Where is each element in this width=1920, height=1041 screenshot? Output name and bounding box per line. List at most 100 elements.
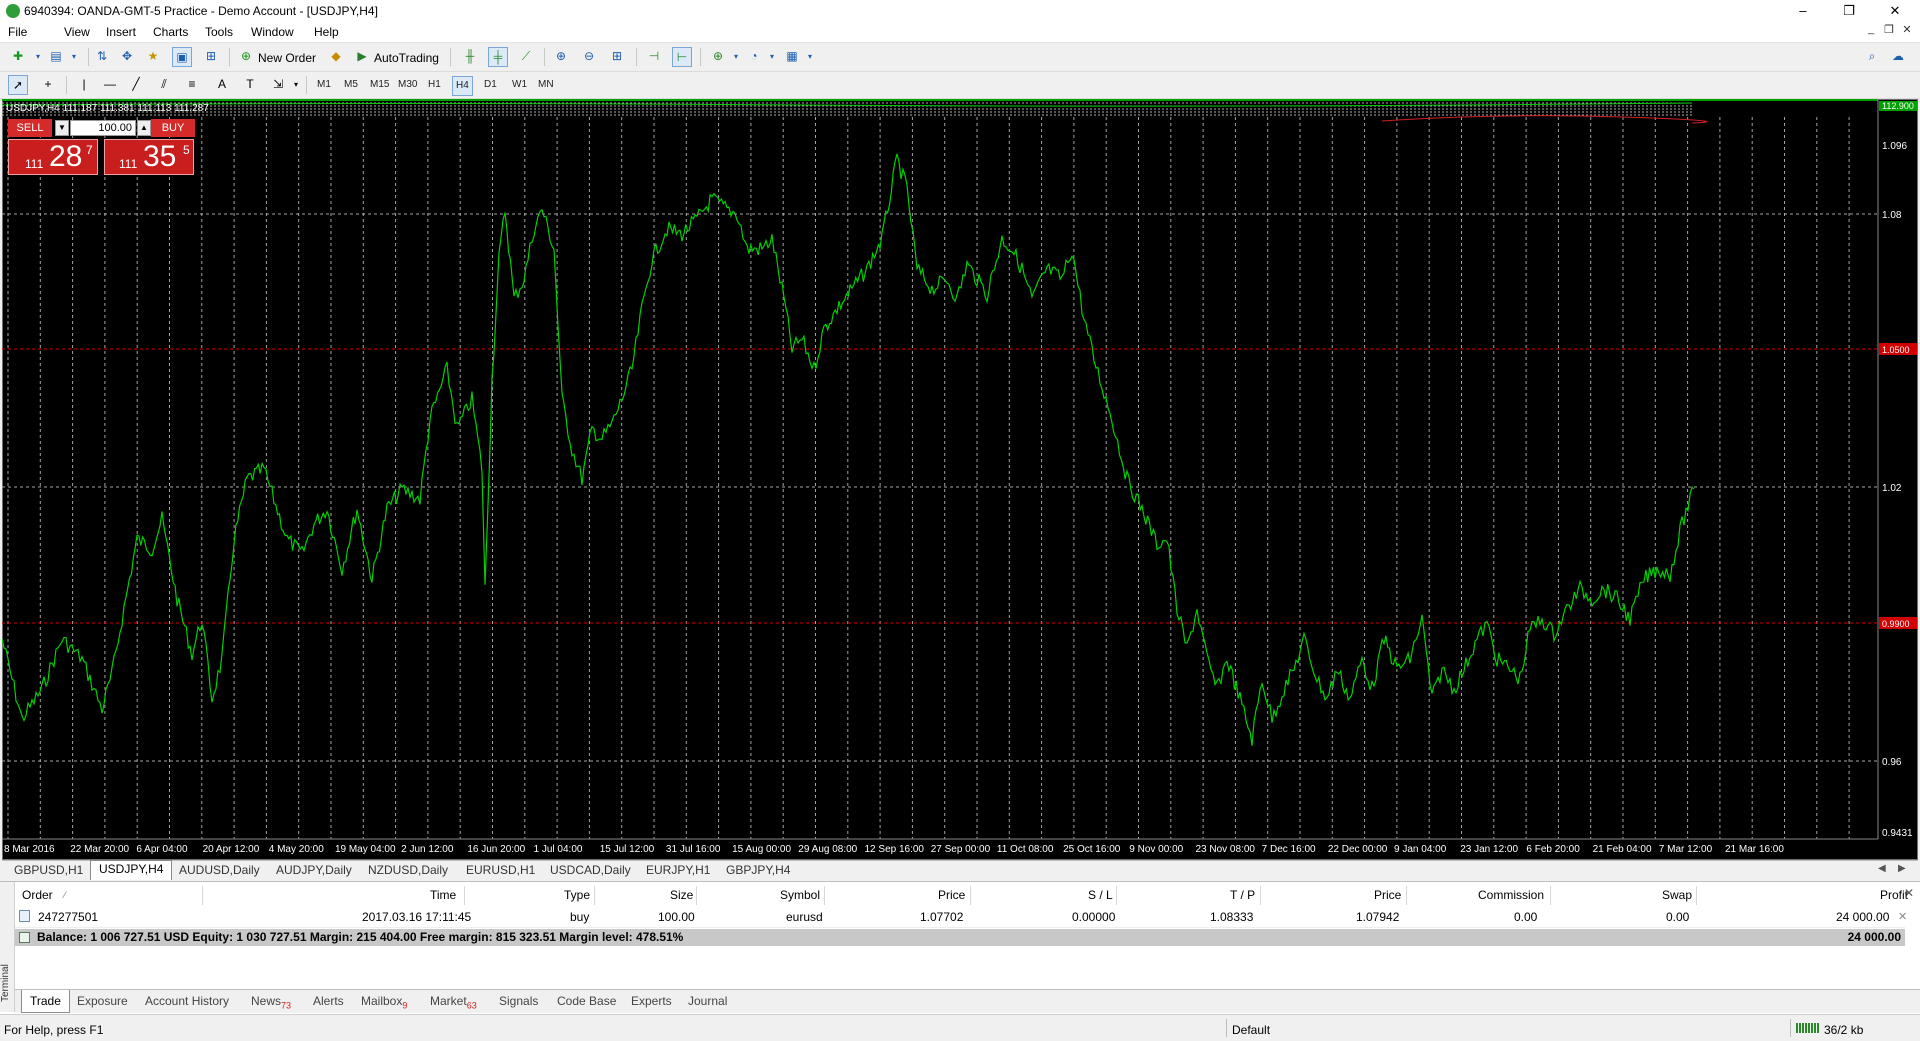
timeframe-m30[interactable]: M30 (395, 76, 420, 94)
close-button[interactable]: ✕ (1872, 0, 1918, 22)
tab-exposure[interactable]: Exposure (77, 994, 128, 1008)
menu-file[interactable]: File (8, 25, 27, 39)
col-profit[interactable]: Profit (1880, 886, 1908, 905)
indicators-dropdown-icon[interactable]: ▾ (726, 47, 746, 67)
timeframe-h4[interactable]: H4 (452, 76, 473, 96)
tab-journal[interactable]: Journal (688, 994, 727, 1008)
menu-charts[interactable]: Charts (153, 25, 188, 39)
menu-window[interactable]: Window (251, 25, 294, 39)
tab-market[interactable]: Market63 (430, 994, 477, 1010)
templates-icon[interactable]: ▦ (782, 47, 802, 67)
minimize-button[interactable]: – (1780, 0, 1826, 22)
menu-insert[interactable]: Insert (106, 25, 136, 39)
sell-button[interactable]: SELL (8, 119, 52, 137)
status-profile[interactable]: Default (1232, 1023, 1270, 1037)
restore-button[interactable]: ❐ (1826, 0, 1872, 22)
col-swap[interactable]: Swap (1662, 886, 1692, 905)
timeframe-m5[interactable]: M5 (341, 76, 361, 94)
timeframe-h1[interactable]: H1 (425, 76, 444, 94)
col-size[interactable]: Size (670, 886, 693, 905)
col-tp[interactable]: T / P (1230, 886, 1255, 905)
menu-tools[interactable]: Tools (205, 25, 233, 39)
community-icon[interactable]: ☁ (1888, 47, 1908, 67)
buy-price-quote[interactable]: 111 35 5 (104, 139, 194, 175)
mdi-restore-icon[interactable]: ❐ (1880, 23, 1898, 39)
sell-price-quote[interactable]: 111 28 7 (8, 139, 98, 175)
tab-mailbox[interactable]: Mailbox9 (361, 994, 407, 1010)
col-current-price[interactable]: Price (1374, 886, 1401, 905)
symbol-tab-audusd-daily[interactable]: AUDUSD,Daily (171, 862, 269, 879)
mdi-minimize-icon[interactable]: _ (1862, 23, 1880, 39)
lot-size-input[interactable]: 100.00 (70, 120, 136, 136)
symbol-tab-eurusd-h1[interactable]: EURUSD,H1 (458, 862, 542, 879)
col-type[interactable]: Type (564, 886, 590, 905)
menu-help[interactable]: Help (314, 25, 339, 39)
tab-news[interactable]: News73 (251, 994, 291, 1010)
zoom-in-icon[interactable]: ⊕ (551, 47, 571, 67)
symbol-tab-gbpjpy-h4[interactable]: GBPJPY,H4 (718, 862, 798, 879)
autotrading-icon[interactable]: ▶ (352, 47, 372, 67)
tab-experts[interactable]: Experts (631, 994, 672, 1008)
templates-dropdown-icon[interactable]: ▾ (800, 47, 820, 67)
horizontal-line-icon[interactable]: — (100, 75, 120, 95)
tabs-scroll-right-icon[interactable]: ▶ (1898, 863, 1906, 874)
lot-decrease-icon[interactable]: ▼ (55, 120, 69, 136)
col-commission[interactable]: Commission (1478, 886, 1544, 905)
col-order[interactable]: Order (22, 886, 53, 905)
new-order-button[interactable]: New Order (258, 51, 316, 65)
tab-trade[interactable]: Trade (21, 990, 70, 1013)
profiles-dropdown-icon[interactable]: ▾ (64, 47, 84, 67)
menu-view[interactable]: View (64, 25, 90, 39)
col-symbol[interactable]: Symbol (780, 886, 820, 905)
symbol-tab-usdcad-daily[interactable]: USDCAD,Daily (542, 862, 640, 879)
zoom-out-icon[interactable]: ⊖ (579, 47, 599, 67)
tabs-scroll-left-icon[interactable]: ◀ (1878, 863, 1886, 874)
periodicity-icon[interactable]: ◔ (744, 47, 764, 67)
bar-chart-icon[interactable]: ╫ (460, 47, 480, 67)
new-chart-dropdown-icon[interactable]: ▾ (28, 47, 48, 67)
new-order-icon[interactable]: ⊕ (236, 47, 256, 67)
auto-scroll-icon[interactable]: ⊢ (672, 47, 692, 67)
tab-account-history[interactable]: Account History (145, 994, 229, 1008)
crosshair-icon[interactable]: + (38, 75, 58, 95)
periodicity-dropdown-icon[interactable]: ▾ (762, 47, 782, 67)
timeframe-w1[interactable]: W1 (509, 76, 530, 94)
symbol-tab-nzdusd-daily[interactable]: NZDUSD,Daily (360, 862, 458, 879)
text-label-icon[interactable]: T (240, 75, 260, 95)
candlestick-chart-icon[interactable]: ╪ (488, 47, 508, 67)
timeframe-d1[interactable]: D1 (481, 76, 500, 94)
buy-button[interactable]: BUY (151, 119, 195, 137)
text-icon[interactable]: A (212, 75, 232, 95)
data-window-icon[interactable]: ✥ (117, 47, 137, 67)
lot-increase-icon[interactable]: ▲ (137, 120, 151, 136)
market-watch-icon[interactable]: ⇅ (92, 47, 112, 67)
trendline-icon[interactable]: ╱ (126, 75, 146, 95)
equidistant-channel-icon[interactable]: ⫽ (154, 75, 174, 95)
tab-alerts[interactable]: Alerts (313, 994, 344, 1008)
symbol-tab-usdjpy-h4[interactable]: USDJPY,H4 (90, 860, 172, 880)
new-chart-icon[interactable]: ✚ (8, 47, 28, 67)
col-price[interactable]: Price (938, 886, 965, 905)
arrows-icon[interactable]: ⇲ (268, 75, 288, 95)
col-time[interactable]: Time (430, 886, 456, 905)
tile-windows-icon[interactable]: ⊞ (607, 47, 627, 67)
profiles-icon[interactable]: ▤ (46, 47, 66, 67)
symbol-tab-audjpy-daily[interactable]: AUDJPY,Daily (268, 862, 360, 879)
price-chart[interactable]: 112.900 USDJPY,H4 111.187 111.381 111.11… (2, 99, 1918, 860)
timeframe-mn[interactable]: MN (535, 76, 557, 94)
arrows-dropdown-icon[interactable]: ▾ (286, 75, 306, 95)
strategy-tester-icon[interactable]: ⊞ (201, 47, 221, 67)
fibonacci-icon[interactable]: ≡ (182, 75, 202, 95)
cursor-icon[interactable]: ➚ (8, 75, 28, 95)
tab-code-base[interactable]: Code Base (557, 994, 616, 1008)
vertical-line-icon[interactable]: | (74, 75, 94, 95)
search-icon[interactable]: ⌕ (1862, 47, 1882, 67)
indicators-icon[interactable]: ⊕ (708, 47, 728, 67)
col-sl[interactable]: S / L (1088, 886, 1113, 905)
mdi-close-icon[interactable]: ✕ (1898, 23, 1916, 39)
autotrading-button[interactable]: AutoTrading (374, 51, 439, 65)
timeframe-m1[interactable]: M1 (314, 76, 334, 94)
close-order-icon[interactable]: ✕ (1898, 910, 1907, 923)
line-chart-icon[interactable]: ⟋ (516, 47, 536, 67)
tab-signals[interactable]: Signals (499, 994, 538, 1008)
